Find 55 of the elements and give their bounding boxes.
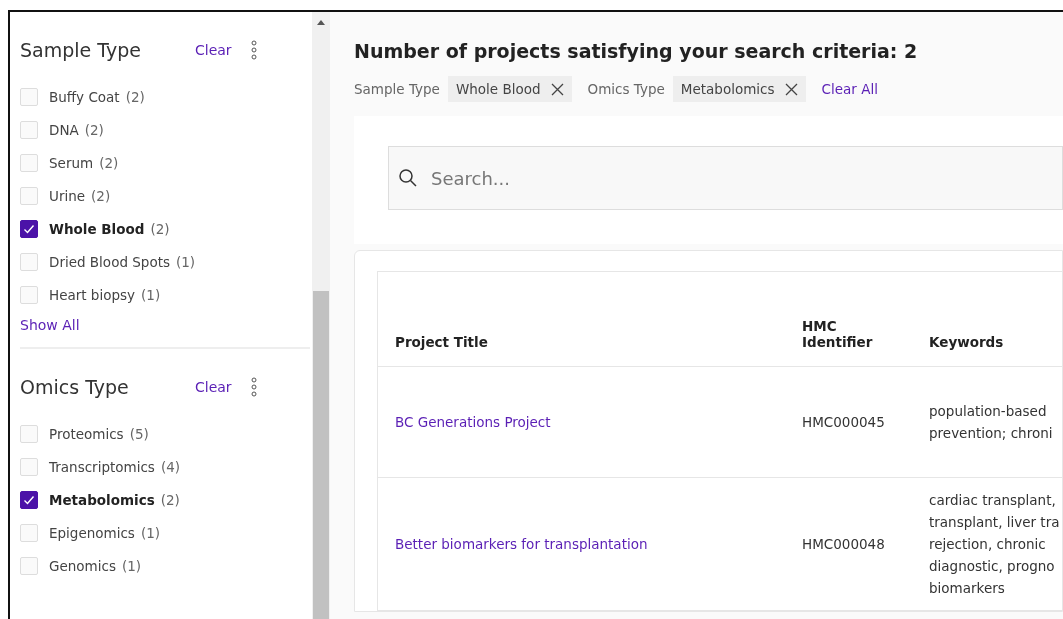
option-count: (2) xyxy=(84,121,104,138)
option-label: Metabolomics xyxy=(49,491,155,508)
filter-category: Sample Type xyxy=(354,81,440,97)
option-count: (4) xyxy=(160,458,180,475)
close-icon[interactable] xyxy=(784,82,798,96)
option-label: DNA xyxy=(49,121,79,138)
option-count: (1) xyxy=(140,524,161,541)
filter-title: Omics Type xyxy=(20,376,130,398)
more-options-icon[interactable] xyxy=(251,40,257,60)
scrollbar[interactable] xyxy=(312,12,330,619)
option-count: (1) xyxy=(141,286,161,303)
checkbox[interactable] xyxy=(20,219,38,238)
option-count: (5) xyxy=(129,425,149,442)
option-count: (2) xyxy=(99,154,119,171)
option-label: Whole Blood xyxy=(49,220,145,237)
clear-all-link[interactable]: Clear All xyxy=(821,81,878,97)
clear-link[interactable]: Clear xyxy=(195,42,251,58)
show-all-link[interactable]: Show All xyxy=(20,317,310,333)
search-field[interactable]: Search... xyxy=(388,146,1063,210)
option-count: (2) xyxy=(150,220,170,237)
column-header: Keywords xyxy=(929,334,1004,350)
clear-link[interactable]: Clear xyxy=(195,379,251,395)
option-count: (1) xyxy=(121,557,142,574)
option-label: Genomics xyxy=(49,557,116,574)
option-label: Serum xyxy=(49,154,94,171)
option-count: (2) xyxy=(91,187,111,204)
column-header: HMC Identifier xyxy=(802,318,874,350)
project-link[interactable]: Better biomarkers for transplantation xyxy=(395,536,648,552)
close-icon[interactable] xyxy=(550,82,564,96)
option-label: Epigenomics xyxy=(49,524,135,541)
scroll-up-icon[interactable] xyxy=(317,20,325,25)
option-count: (2) xyxy=(125,88,145,105)
filter-chip[interactable]: Whole Blood xyxy=(447,76,572,102)
table-cell: HMC000048 xyxy=(802,536,885,552)
checkbox[interactable] xyxy=(20,490,38,509)
table-cell: HMC000045 xyxy=(802,414,885,430)
filter-title: Sample Type xyxy=(20,39,142,61)
search-icon xyxy=(398,168,418,188)
filter-category: Omics Type xyxy=(587,81,665,97)
option-label: Transcriptomics xyxy=(49,458,155,475)
option-label: Urine xyxy=(49,187,86,204)
table-cell-text: cardiac transplant, transplant, liver tra rejection, chronic diagnostic, progno biomarkers xyxy=(929,491,1061,598)
column-header: Project Title xyxy=(395,334,488,350)
option-count: (1) xyxy=(176,253,196,270)
option-label: Heart biopsy xyxy=(49,286,136,303)
table-cell-text: population-based prevention; chroni xyxy=(929,402,1054,443)
scrollbar-thumb[interactable] xyxy=(313,291,329,619)
option-label: Proteomics xyxy=(49,425,124,442)
option-label: Buffy Coat xyxy=(49,88,120,105)
filter-chip[interactable]: Metabolomics xyxy=(672,76,806,102)
option-count: (2) xyxy=(160,491,180,508)
project-link[interactable]: BC Generations Project xyxy=(395,414,551,430)
option-label: Dried Blood Spots xyxy=(49,253,170,270)
results-heading: Number of projects satisfying your search criteria: 2 xyxy=(354,40,919,62)
more-options-icon[interactable] xyxy=(251,377,257,397)
